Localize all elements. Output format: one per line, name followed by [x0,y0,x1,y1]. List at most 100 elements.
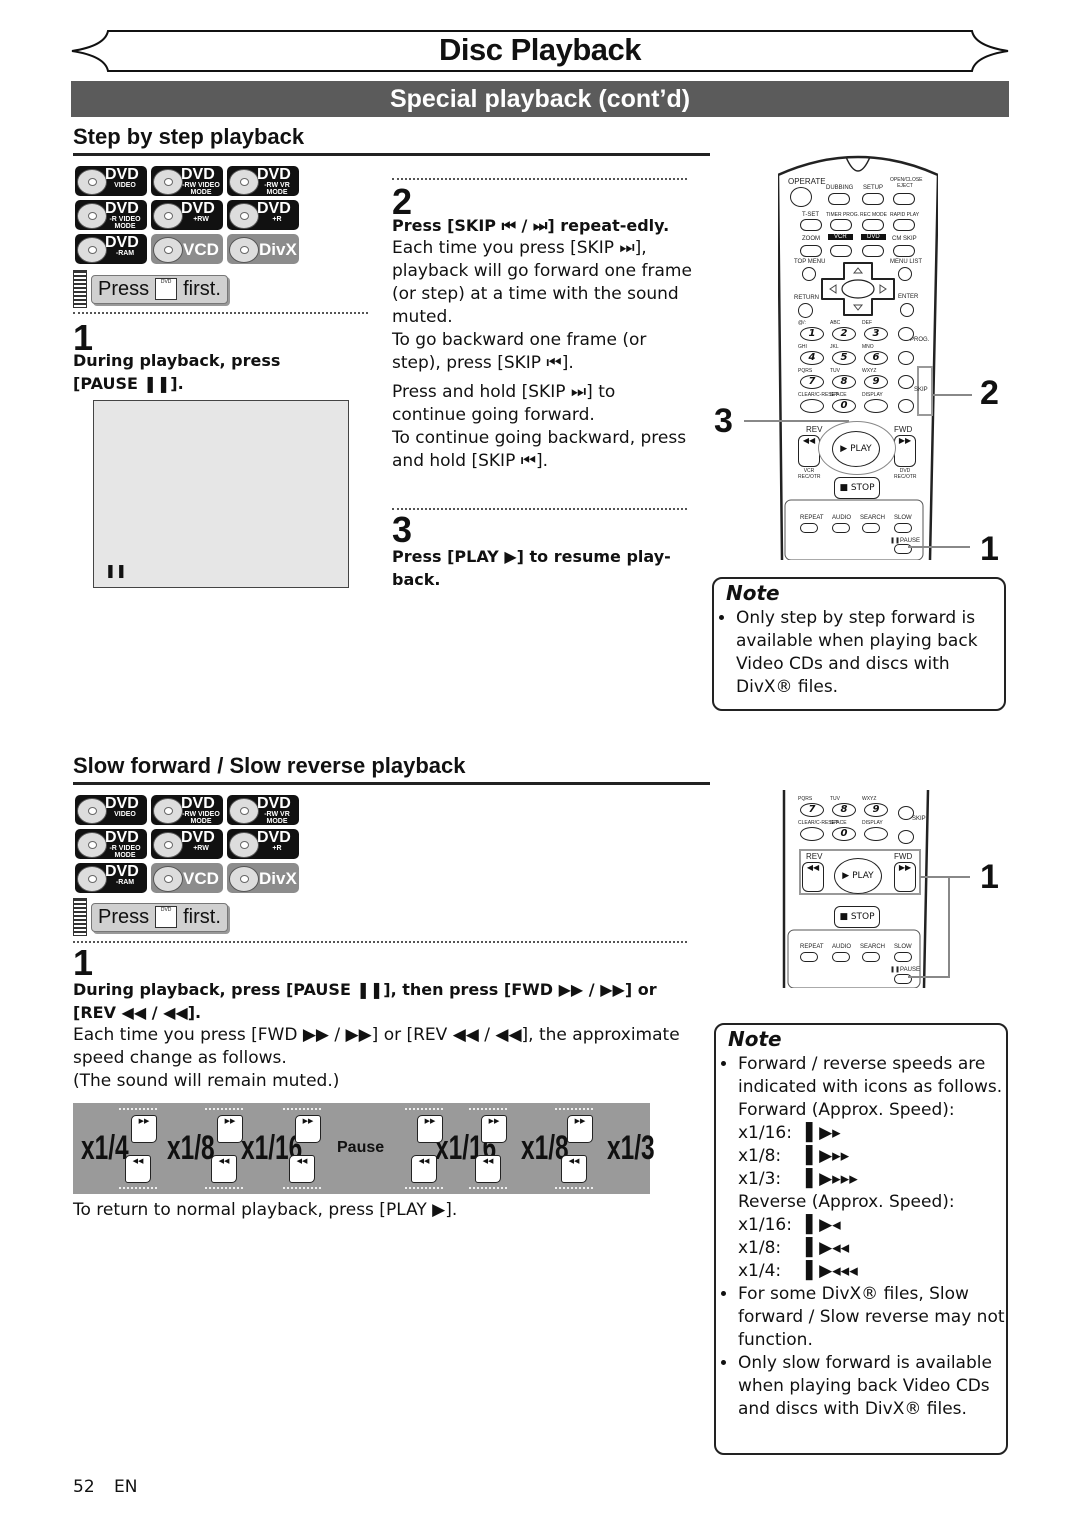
callout-1: 1 [980,530,999,568]
disc-icon [77,832,107,858]
disc-badge-sub: +R [272,216,282,223]
number-key: 7 [800,375,824,389]
forward-arrow [469,1108,507,1110]
disc-badge-label: VCD [183,240,219,259]
disc-badge-label: DVD [257,166,291,183]
disc-badge-label: DVD [257,200,291,217]
disc-badge-label: DVD [181,829,215,846]
section-rule [73,782,710,785]
timer-prog-label: TIMER PROG. [826,212,860,218]
repeat-button [800,952,818,962]
number-key: 6 [864,351,888,365]
number-key: 8 [832,803,856,817]
press-dvd-first: Press DVD first. [73,270,228,308]
slow-button [894,523,912,533]
dubbing-label: DUBBING [826,185,854,191]
disc-badge: VCD [151,234,223,264]
dvd-button [862,245,884,257]
fwd-label: FWD [894,425,913,434]
repeat-label: REPEAT [800,515,824,521]
rev-label: REV [806,425,823,434]
dvd-key-icon: DVD [155,278,178,300]
dvd-rec-label: DVD REC/OTR [894,468,917,480]
disc-icon [229,237,259,263]
disc-icon [153,237,183,263]
callout-2: 2 [980,374,999,412]
disc-icon [229,832,259,858]
disc-badge-label: DVD [105,863,139,880]
tset-label: T-SET [802,212,820,218]
number-key: 4 [800,351,824,365]
reverse-arrow [119,1187,157,1189]
step-2-para-4: To continue going backward, press and ho… [392,428,687,471]
number-key: 0 [832,827,856,841]
audio-label: AUDIO [832,944,852,950]
skip-next-button [898,806,914,820]
callout-line [908,546,970,548]
remote-icon [73,270,87,308]
skip-label: SKIP [914,387,928,393]
disc-badge-label: DVD [105,166,139,183]
page-title: Disc Playback [438,32,642,67]
rev-key-icon: ◀◀ [561,1155,587,1183]
remote-icon [73,898,87,936]
speed-label: x1/8 [167,1129,215,1167]
number-key: 2 [832,327,856,341]
tv-screen-illustration: ❚❚ [93,400,349,588]
note-item: Only slow forward is available when play… [738,1352,1006,1421]
step-2-para-2: To go backward one frame (or step), pres… [392,330,647,373]
number-key [800,399,824,413]
note-box-slow: Note Forward / reverse speeds are indica… [714,1023,1008,1455]
skip-label: SKIP [912,816,926,822]
disc-badge-label: DVD [181,795,215,812]
note-box-step: Note Only step by step forward is availa… [712,577,1006,711]
disc-badge-label: DVD [257,829,291,846]
slow-button [894,952,912,962]
pause-indicator-icon: ❚❚ [105,564,127,579]
note-title: Note [728,1027,782,1051]
press-dvd-first: Press DVD first. [73,898,228,936]
speed-icon: ▌▶▸ [806,1123,841,1143]
fwd-button: ▶▶ [894,435,916,467]
forward-speeds-label: Forward (Approx. Speed): [738,1100,955,1120]
speed-row: x1/16: ▌▶◂ [738,1214,1006,1237]
section-rule [73,153,710,156]
repeat-label: REPEAT [800,944,824,950]
disc-badge-sub: -R VIDEO MODE [109,845,141,859]
enter-button [900,303,914,317]
vcr-button [830,245,852,257]
disc-badge: DVD +R [227,829,299,859]
disc-badge: DVD +R [227,200,299,230]
step-3-number: 3 [392,509,413,550]
disc-badge: VCD [151,863,223,893]
key-letters: PQRS [798,368,813,374]
disc-badge-sub: -RW VR MODE [264,811,290,825]
pause-label: Pause [337,1139,385,1156]
disc-badge-label: DivX [259,869,297,888]
cm-skip-button [893,245,915,257]
fwd-button: ▶▶ [894,862,916,892]
disc-badge: DVD VIDEO [75,166,147,196]
return-instruction: To return to normal playback, press [PLA… [73,1200,458,1220]
disc-badge-label: DVD [105,829,139,846]
audio-button [832,952,850,962]
disc-icon [229,866,259,892]
disc-badge: DVD -RW VR MODE [227,795,299,825]
zoom-button [800,245,822,257]
press-first-bubble: Press DVD first. [91,902,228,932]
key-letters: TUV [830,368,840,374]
fwd-key-icon: ▶▶ [567,1115,593,1143]
step-1-instruction: During playback, press [PAUSE ❚❚]. [73,351,281,393]
disc-badge: DVD -RW VIDEO MODE [151,166,223,196]
step-2-content: Press [SKIP ⏮ / ⏭] repeat-edly. Each tim… [392,214,692,473]
key-letters: DEF [862,320,872,326]
disc-badge-sub: -RW VIDEO MODE [182,182,220,196]
slow-step-1-instruction: During playback, press [PAUSE ❚❚], then … [73,980,657,1022]
forward-arrow [119,1108,157,1110]
speed-icon: ▌▶◂◂ [806,1238,850,1258]
rapid-play-button [893,219,915,231]
search-label: SEARCH [860,944,886,950]
slow-step-1-para-2: (The sound will remain muted.) [73,1071,340,1091]
reverse-arrow [555,1187,593,1189]
disc-badge-sub: VIDEO [114,811,136,818]
